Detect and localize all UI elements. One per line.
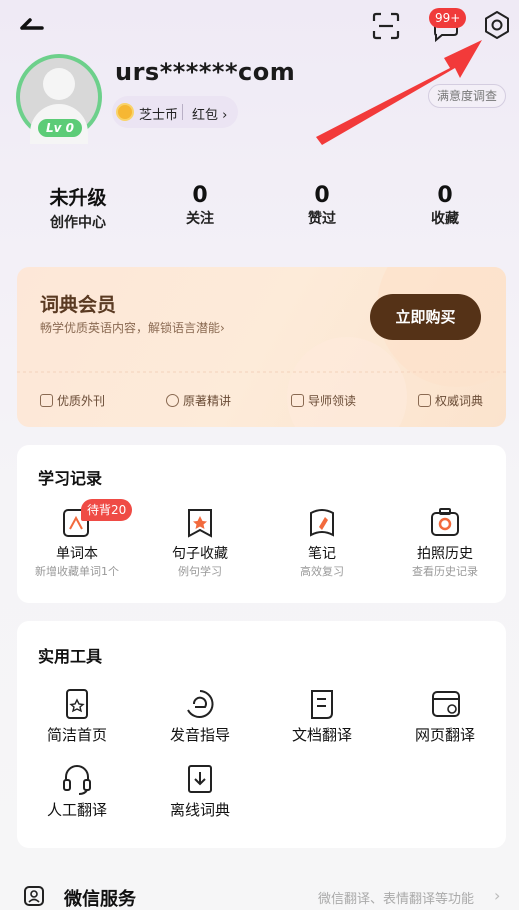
sentence-icon bbox=[145, 505, 255, 539]
item-sub: 例句学习 bbox=[178, 565, 222, 578]
study-item-sentences[interactable]: 句子收藏 例句学习 bbox=[145, 505, 255, 579]
shield-icon bbox=[418, 394, 431, 407]
study-item-photo-history[interactable]: 拍照历史 查看历史记录 bbox=[390, 505, 500, 579]
item-sub: 查看历史记录 bbox=[412, 565, 478, 578]
tools-section-title: 实用工具 bbox=[38, 647, 103, 666]
vip-feature-tutor[interactable]: 导师领读 bbox=[291, 392, 356, 409]
vip-feature-label: 权威词典 bbox=[435, 394, 484, 408]
stat-creator-center[interactable]: 未升级 创作中心 bbox=[28, 183, 128, 232]
stat-liked[interactable]: 0 赞过 bbox=[272, 183, 372, 228]
stat-label: 关注 bbox=[186, 211, 214, 227]
chevron-right-icon[interactable]: › bbox=[494, 886, 500, 905]
level-badge: Lv 0 bbox=[38, 119, 82, 137]
back-icon[interactable] bbox=[18, 8, 52, 38]
coin-icon bbox=[116, 103, 134, 121]
avatar-head-shape bbox=[43, 68, 75, 100]
item-label: 笔记 bbox=[308, 546, 336, 562]
vip-feature-label: 原著精讲 bbox=[183, 394, 232, 408]
phone-icon bbox=[22, 688, 132, 720]
item-sub: 高效复习 bbox=[300, 565, 344, 578]
survey-button[interactable]: 满意度调查 bbox=[428, 84, 507, 108]
buy-now-button[interactable]: 立即购买 bbox=[370, 294, 481, 340]
vip-feature-label: 导师领读 bbox=[308, 394, 357, 408]
tool-item-offline-dictionary[interactable]: 离线词典 bbox=[145, 763, 255, 820]
stat-value: 0 bbox=[314, 183, 330, 208]
wechat-service-icon bbox=[24, 886, 44, 906]
play-icon bbox=[166, 394, 179, 407]
download-book-icon bbox=[145, 763, 255, 795]
hongbao-label: 红包 bbox=[192, 108, 219, 123]
document-icon bbox=[267, 688, 377, 720]
tool-label: 文档翻译 bbox=[291, 726, 352, 744]
vip-subtitle-link[interactable]: 畅学优质英语内容，解锁语言潜能› bbox=[40, 319, 225, 336]
tool-item-document-translate[interactable]: 文档翻译 bbox=[267, 688, 377, 745]
pronunciation-icon bbox=[145, 688, 255, 720]
item-label: 句子收藏 bbox=[172, 546, 228, 562]
vip-title: 词典会员 bbox=[40, 294, 117, 316]
study-item-notes[interactable]: 笔记 高效复习 bbox=[267, 505, 377, 579]
journal-icon bbox=[40, 394, 53, 407]
webpage-icon bbox=[390, 688, 500, 720]
stat-value: 0 bbox=[192, 183, 208, 208]
item-label: 拍照历史 bbox=[417, 546, 473, 562]
vip-feature-dictionary[interactable]: 权威词典 bbox=[418, 392, 483, 409]
vip-feature-journal[interactable]: 优质外刊 bbox=[40, 392, 105, 409]
pending-badge: 待背20 bbox=[81, 499, 133, 521]
item-label: 单词本 bbox=[56, 546, 98, 562]
vip-feature-label: 优质外刊 bbox=[57, 394, 106, 408]
hongbao-link[interactable]: 红包 › bbox=[192, 104, 227, 123]
study-section-title: 学习记录 bbox=[38, 469, 103, 488]
stat-label: 赞过 bbox=[308, 211, 336, 227]
stat-following[interactable]: 0 关注 bbox=[150, 183, 250, 228]
vip-subtitle: 畅学优质英语内容，解锁语言潜能 bbox=[40, 321, 221, 335]
tool-label: 网页翻译 bbox=[414, 726, 475, 744]
tool-label: 发音指导 bbox=[169, 726, 230, 744]
note-icon bbox=[267, 505, 377, 539]
camera-icon bbox=[390, 505, 500, 539]
stat-favorites[interactable]: 0 收藏 bbox=[395, 183, 495, 228]
chevron-right-icon: › bbox=[220, 321, 225, 335]
wechat-service-title[interactable]: 微信服务 bbox=[64, 885, 136, 910]
tool-item-human-translate[interactable]: 人工翻译 bbox=[22, 763, 132, 820]
stat-label: 收藏 bbox=[431, 211, 459, 227]
tool-label: 人工翻译 bbox=[46, 801, 107, 819]
tool-item-simple-home[interactable]: 简洁首页 bbox=[22, 688, 132, 745]
tool-item-pronunciation[interactable]: 发音指导 bbox=[145, 688, 255, 745]
divider bbox=[182, 104, 183, 120]
username[interactable]: urs******com bbox=[115, 58, 295, 86]
tutor-icon bbox=[291, 394, 304, 407]
coin-label[interactable]: 芝士币 bbox=[139, 104, 178, 123]
stat-value: 未升级 bbox=[49, 187, 107, 209]
item-sub: 新增收藏单词1个 bbox=[35, 565, 119, 578]
vip-feature-classics[interactable]: 原著精讲 bbox=[166, 392, 231, 409]
chevron-right-icon: › bbox=[222, 108, 228, 123]
stat-value: 0 bbox=[437, 183, 453, 208]
wechat-service-desc[interactable]: 微信翻译、表情翻译等功能 bbox=[318, 888, 474, 907]
headset-icon bbox=[22, 763, 132, 795]
tool-item-webpage-translate[interactable]: 网页翻译 bbox=[390, 688, 500, 745]
tool-label: 简洁首页 bbox=[46, 726, 107, 744]
tool-label: 离线词典 bbox=[169, 801, 230, 819]
stat-label: 创作中心 bbox=[50, 215, 106, 231]
